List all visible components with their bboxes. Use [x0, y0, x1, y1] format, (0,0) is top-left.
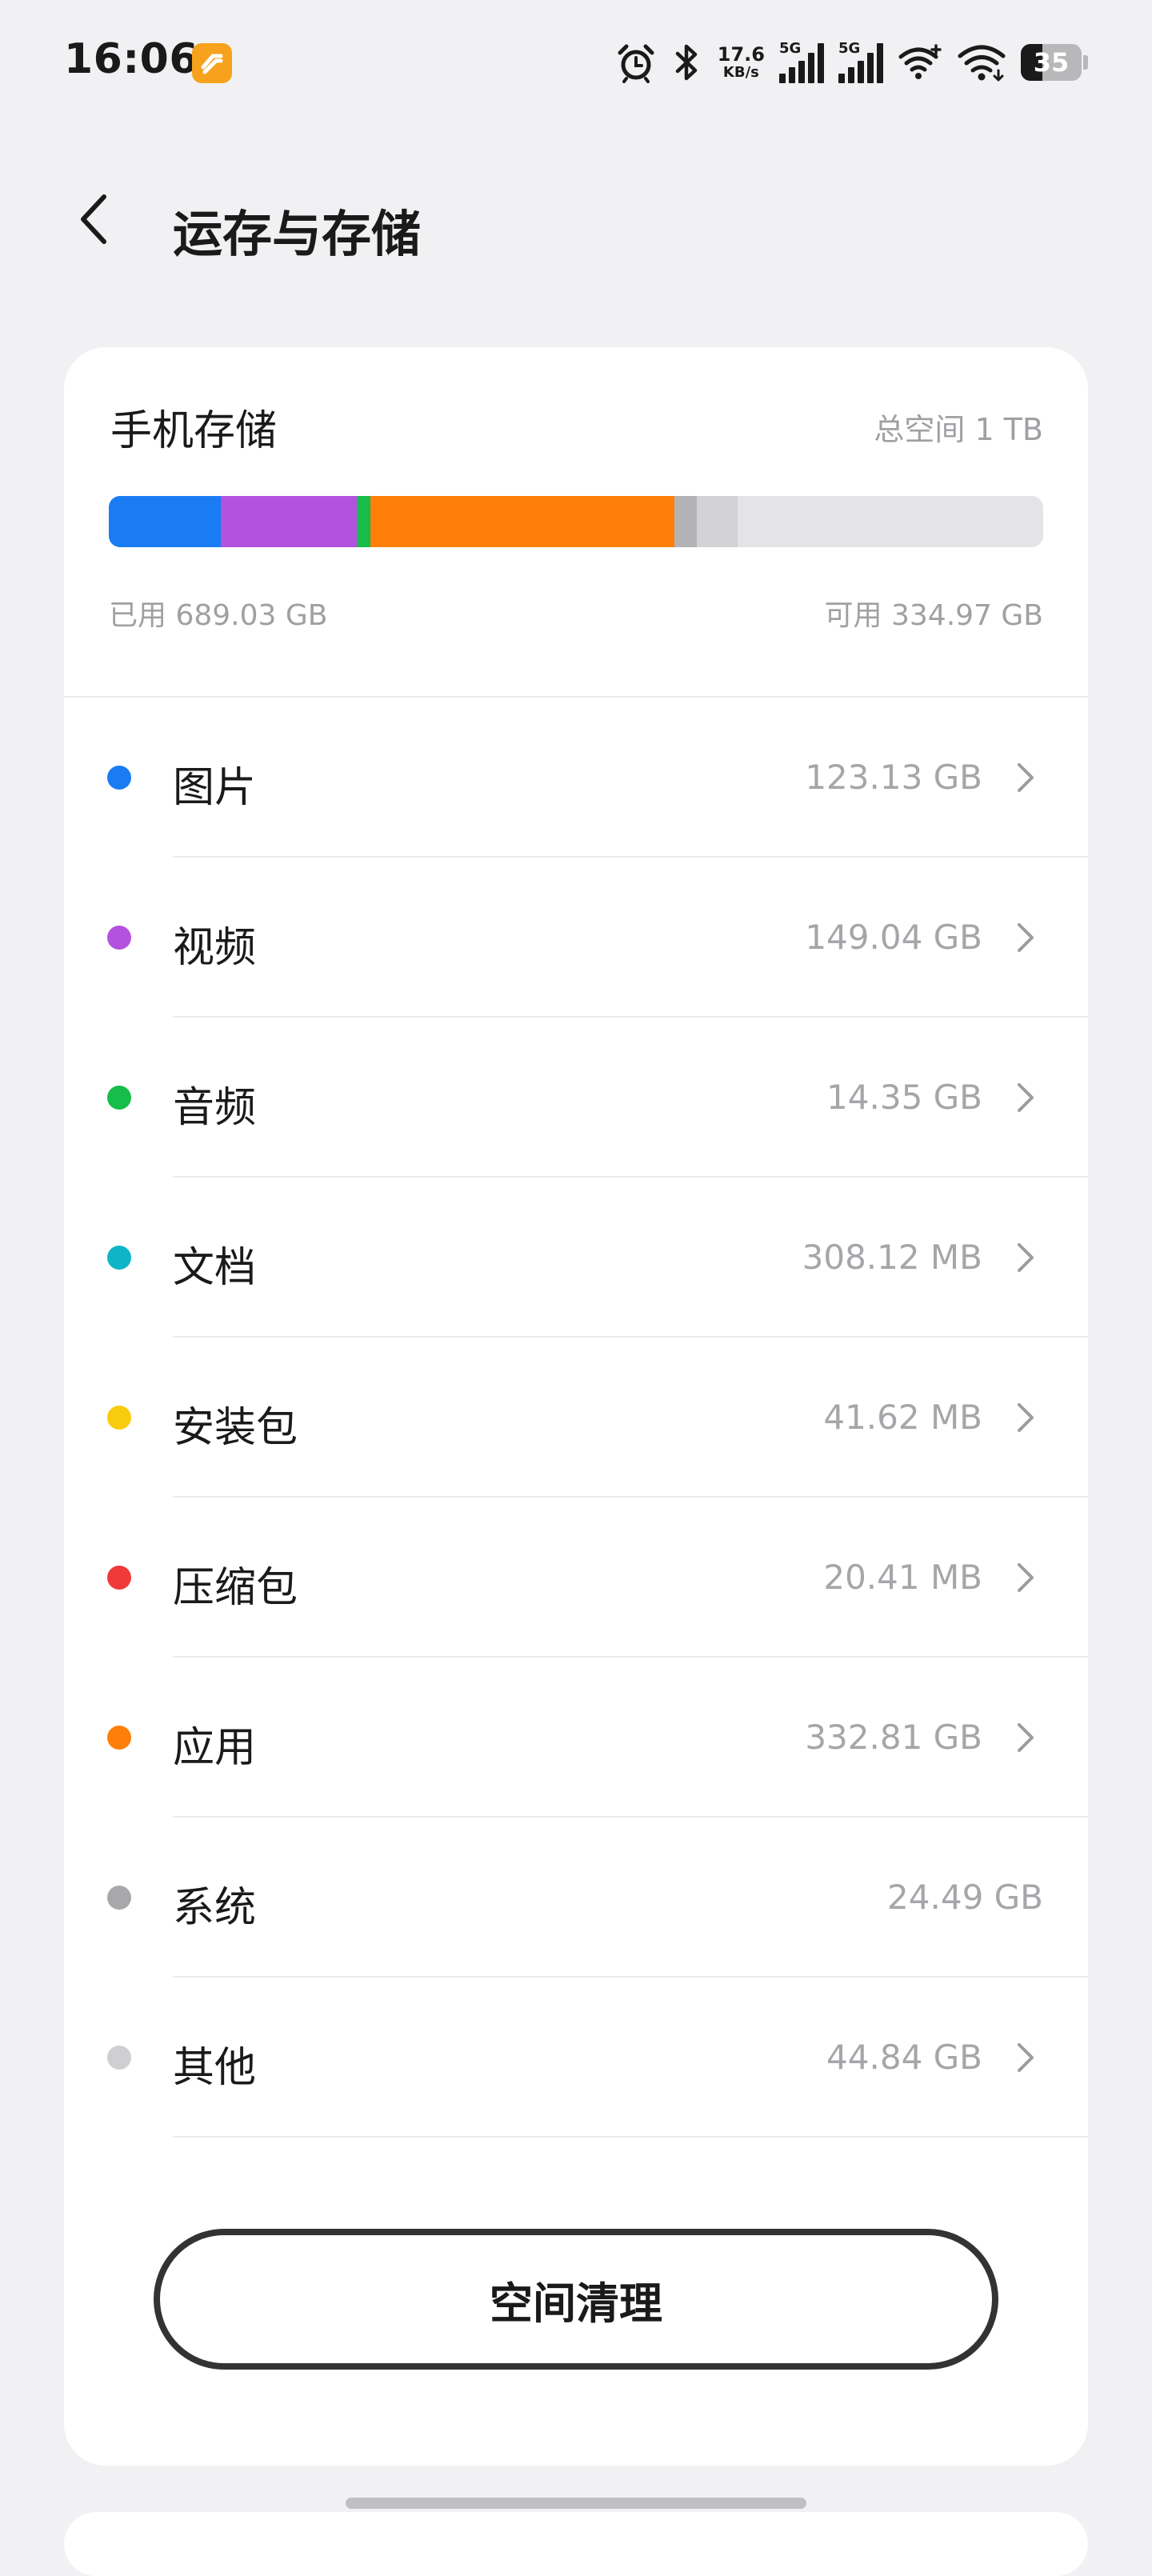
- phone-storage-card: 手机存储 总空间 1 TB 已用 689.03 GB 可用 334.97 GB …: [64, 347, 1088, 2466]
- storage-category-row[interactable]: 图片 123.13 GB: [64, 698, 1088, 858]
- chevron-right-icon: [1008, 920, 1043, 955]
- storage-category-row[interactable]: 安装包 41.62 MB: [64, 1338, 1088, 1498]
- wifi-icon: [957, 43, 1006, 82]
- category-color-dot: [107, 926, 131, 950]
- category-size: 123.13 GB: [805, 758, 982, 797]
- storage-category-row[interactable]: 视频 149.04 GB: [64, 858, 1088, 1018]
- used-space-label: 已用 689.03 GB: [109, 592, 327, 634]
- storage-category-row[interactable]: 应用 332.81 GB: [64, 1658, 1088, 1818]
- storage-category-row[interactable]: 压缩包 20.41 MB: [64, 1498, 1088, 1658]
- chevron-right-icon: [1008, 1560, 1043, 1595]
- usage-bar-segment: [109, 496, 221, 547]
- total-space-label: 总空间 1 TB: [874, 405, 1043, 449]
- category-color-dot: [107, 1726, 131, 1750]
- back-button[interactable]: [62, 187, 126, 251]
- category-label: 图片: [173, 754, 256, 814]
- page-header: 运存与存储: [0, 160, 1152, 288]
- category-label: 压缩包: [173, 1554, 298, 1614]
- app-notification-icon: [192, 43, 232, 83]
- battery-icon: 35: [1021, 44, 1088, 81]
- category-color-dot: [107, 1246, 131, 1270]
- usage-bar-segment: [674, 496, 697, 547]
- usage-bar-segment: [357, 496, 370, 547]
- category-size: 149.04 GB: [805, 918, 982, 957]
- chevron-right-icon: [1008, 2040, 1043, 2075]
- bluetooth-icon: [671, 42, 703, 83]
- free-space-label: 可用 334.97 GB: [825, 592, 1043, 634]
- chevron-right-icon: [1008, 1240, 1043, 1275]
- category-size: 308.12 MB: [802, 1238, 982, 1277]
- space-cleanup-button[interactable]: 空间清理: [154, 2229, 998, 2370]
- chevron-right-icon: [1008, 1080, 1043, 1115]
- sim2-signal-icon: 5G: [838, 42, 883, 83]
- category-color-dot: [107, 1406, 131, 1430]
- chevron-right-icon: [1008, 760, 1043, 795]
- storage-category-row[interactable]: 音频 14.35 GB: [64, 1018, 1088, 1178]
- chevron-left-icon: [72, 190, 117, 248]
- home-indicator[interactable]: [346, 2498, 806, 2509]
- network-speed-unit: KB/s: [723, 66, 759, 80]
- row-divider: [173, 2136, 1088, 2138]
- chevron-right-icon: [1008, 1400, 1043, 1435]
- chevron-right-icon: [1008, 1720, 1043, 1755]
- category-label: 应用: [173, 1714, 256, 1774]
- category-size: 14.35 GB: [826, 1078, 982, 1117]
- sim2-network-type: 5G: [838, 42, 860, 56]
- status-time: 16:06: [64, 35, 198, 83]
- storage-card-title: 手机存储: [110, 397, 277, 457]
- network-speed: 17.6 KB/s: [718, 45, 765, 80]
- category-color-dot: [107, 1086, 131, 1110]
- category-label: 系统: [173, 1874, 256, 1934]
- status-icons: 17.6 KB/s 5G 5G: [615, 37, 1088, 88]
- storage-usage-bar: [109, 496, 1043, 547]
- alarm-clock-icon: [615, 42, 657, 83]
- sim1-network-type: 5G: [779, 42, 801, 56]
- storage-category-row[interactable]: 文档 308.12 MB: [64, 1178, 1088, 1338]
- network-speed-value: 17.6: [718, 45, 765, 64]
- category-size: 44.84 GB: [826, 2038, 982, 2077]
- next-card: [64, 2512, 1088, 2576]
- status-bar: 16:06 17.6 KB/s 5G: [0, 0, 1152, 128]
- wifi-plus-icon: [898, 44, 942, 81]
- category-label: 音频: [173, 1074, 256, 1134]
- storage-category-row[interactable]: 其他 44.84 GB: [64, 1978, 1088, 2138]
- category-label: 其他: [173, 2034, 256, 2094]
- storage-category-list: 图片 123.13 GB 视频 149.04 GB 音频 14.35 GB: [64, 698, 1088, 2138]
- category-color-dot: [107, 2046, 131, 2070]
- category-size: 332.81 GB: [805, 1718, 982, 1757]
- usage-bar-segment: [697, 496, 738, 547]
- category-label: 文档: [173, 1234, 256, 1294]
- category-color-dot: [107, 1566, 131, 1590]
- category-size: 41.62 MB: [823, 1398, 982, 1437]
- category-color-dot: [107, 1886, 131, 1910]
- category-size: 20.41 MB: [823, 1558, 982, 1597]
- page-title: 运存与存储: [173, 194, 421, 266]
- storage-category-row[interactable]: 系统 24.49 GB: [64, 1818, 1088, 1978]
- category-label: 安装包: [173, 1394, 298, 1454]
- battery-level: 35: [1021, 44, 1082, 81]
- sim1-signal-icon: 5G: [779, 42, 824, 83]
- category-label: 视频: [173, 914, 256, 974]
- usage-bar-segment: [221, 496, 357, 547]
- category-size: 24.49 GB: [887, 1878, 1043, 1917]
- category-color-dot: [107, 766, 131, 790]
- usage-bar-segment: [370, 496, 674, 547]
